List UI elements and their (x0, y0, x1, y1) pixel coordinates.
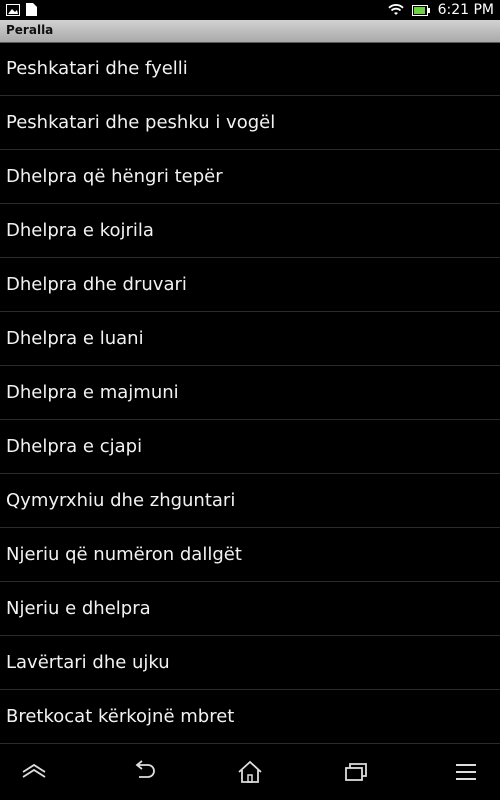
list-item-label: Dhelpra e kojrila (6, 220, 154, 241)
recents-button[interactable] (342, 758, 370, 786)
list-item[interactable]: Bretkocat kërkojnë mbret (0, 690, 500, 744)
list-item[interactable]: Peshkatari dhe fyelli (0, 42, 500, 96)
back-icon (131, 760, 157, 784)
list-item-label: Dhelpra që hëngri tepër (6, 166, 223, 187)
list-item-label: Dhelpra dhe druvari (6, 274, 187, 295)
recents-icon (343, 760, 369, 784)
list-item-label: Dhelpra e majmuni (6, 382, 179, 403)
notification-icons (6, 3, 37, 16)
list-item[interactable]: Dhelpra e cjapi (0, 420, 500, 474)
menu-icon (454, 761, 478, 783)
list-item[interactable]: Njeriu e dhelpra (0, 582, 500, 636)
list-item-label: Lavërtari dhe ujku (6, 652, 170, 673)
list-item-label: Njeriu e dhelpra (6, 598, 151, 619)
wifi-icon (387, 4, 404, 16)
story-list: Peshkatari dhe fyelli Peshkatari dhe pes… (0, 42, 500, 744)
navigation-bar (0, 746, 500, 800)
gallery-notification-icon (6, 3, 20, 16)
status-indicators: 6:21 PM (387, 2, 494, 18)
battery-icon (411, 4, 430, 16)
home-button[interactable] (236, 758, 264, 786)
app-title: Peralla (6, 23, 54, 37)
list-item[interactable]: Lavërtari dhe ujku (0, 636, 500, 690)
list-item-label: Bretkocat kërkojnë mbret (6, 706, 235, 727)
home-up-button[interactable] (20, 758, 48, 786)
list-item-label: Peshkatari dhe peshku i vogël (6, 112, 276, 133)
list-item-label: Dhelpra e luani (6, 328, 144, 349)
home-up-icon (20, 762, 48, 782)
title-bar: Peralla (0, 20, 500, 43)
status-bar: 6:21 PM (0, 0, 500, 20)
menu-button[interactable] (452, 758, 480, 786)
list-item[interactable]: Dhelpra e kojrila (0, 204, 500, 258)
list-item-label: Peshkatari dhe fyelli (6, 58, 188, 79)
list-item[interactable]: Njeriu që numëron dallgët (0, 528, 500, 582)
list-item[interactable]: Qymyrxhiu dhe zhguntari (0, 474, 500, 528)
back-button[interactable] (130, 758, 158, 786)
list-item-label: Qymyrxhiu dhe zhguntari (6, 490, 236, 511)
document-notification-icon (26, 3, 37, 16)
list-item[interactable]: Dhelpra e majmuni (0, 366, 500, 420)
list-item-label: Dhelpra e cjapi (6, 436, 143, 457)
status-time: 6:21 PM (437, 2, 494, 18)
list-item[interactable]: Peshkatari dhe peshku i vogël (0, 96, 500, 150)
list-item[interactable]: Dhelpra që hëngri tepër (0, 150, 500, 204)
list-item-label: Njeriu që numëron dallgët (6, 544, 242, 565)
home-icon (237, 760, 263, 784)
list-item[interactable]: Dhelpra dhe druvari (0, 258, 500, 312)
list-item[interactable]: Dhelpra e luani (0, 312, 500, 366)
